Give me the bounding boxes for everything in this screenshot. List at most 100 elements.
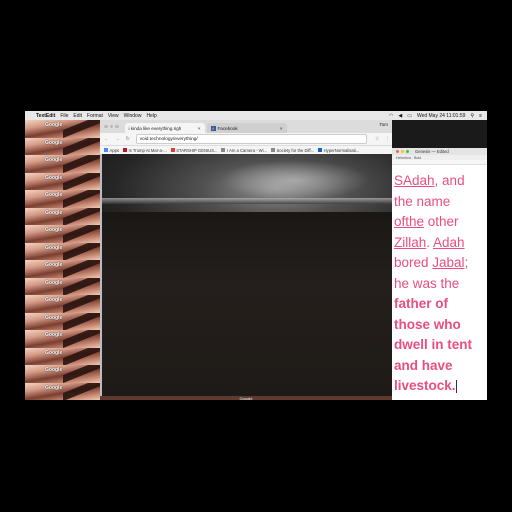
desktop-screen: TextEdit File Edit Format View Window He… — [25, 111, 487, 400]
google-tile: Google — [25, 295, 100, 313]
google-tile-label: Google — [45, 297, 63, 303]
menu-file[interactable]: File — [60, 113, 68, 119]
close-tab-icon[interactable]: × — [280, 126, 283, 131]
text-run: ofthe — [394, 214, 425, 229]
text-line: Zillah. Adah — [394, 233, 485, 254]
bookmark-starship[interactable]: STARSHIP GENIUS... — [170, 148, 217, 153]
menu-view[interactable]: View — [108, 113, 119, 119]
back-icon[interactable]: ← — [104, 137, 109, 142]
bookmark-hypernormal[interactable]: HyperNormalisati... — [318, 148, 359, 153]
text-line: ofthe other — [394, 212, 485, 233]
star-icon[interactable]: ☆ — [375, 137, 379, 142]
bookmark-camera[interactable]: I Am a Camera - Wi... — [221, 148, 267, 153]
google-tile-label: Google — [45, 279, 63, 286]
wikipedia-icon — [221, 148, 226, 152]
bookmark-apps[interactable]: Apps — [104, 148, 119, 153]
youtube-icon — [170, 148, 175, 152]
zoom-window-icon[interactable] — [115, 124, 119, 129]
document-title: Genesis — Edited — [415, 149, 449, 154]
google-tile-label: Google — [45, 262, 63, 268]
menu-edit[interactable]: Edit — [73, 113, 82, 119]
tab-everything[interactable]: i kinda like everything.righ × — [124, 123, 205, 133]
zoom-window-icon[interactable] — [406, 150, 409, 153]
address-row: ← → ↻ void.technology/everything/ ☆ ⋮ — [100, 133, 392, 146]
google-tile-label: Google — [45, 174, 63, 181]
text-cursor — [455, 379, 457, 393]
google-tile-label: Google — [45, 122, 63, 128]
text-run: Adah — [433, 234, 465, 250]
menu-help[interactable]: Help — [146, 113, 156, 119]
google-tile-label: Google — [45, 384, 63, 391]
text-run: dwell in tent — [394, 337, 473, 352]
profile-name[interactable]: Tom — [379, 122, 388, 127]
dark-ground-image — [100, 212, 392, 396]
bookmark-trump[interactable]: Is Trump At Mar-a-... — [123, 148, 167, 153]
battery-icon[interactable]: ▭ — [407, 113, 412, 119]
text-run: those who — [394, 316, 461, 332]
google-tile: Google — [25, 120, 100, 138]
text-line: he was the — [394, 274, 485, 295]
google-tile-label: Google — [45, 314, 63, 321]
smoke-cloud — [220, 160, 370, 200]
google-tile: Google — [25, 207, 100, 225]
mac-menu-bar: TextEdit File Edit Format View Window He… — [25, 111, 487, 120]
text-line: bored Jabal; — [394, 253, 485, 274]
wifi-icon[interactable]: ◠ — [389, 113, 393, 119]
google-tile-label: Google — [45, 349, 63, 356]
google-tile-label: Google — [45, 192, 63, 198]
bookmark-society[interactable]: Society for the Diff... — [271, 148, 314, 153]
google-tile: Google — [25, 330, 100, 348]
close-tab-icon[interactable]: × — [198, 126, 201, 131]
menu-clock[interactable]: Wed May 24 11:01:59 — [417, 113, 465, 119]
close-window-icon[interactable] — [396, 150, 399, 153]
menu-app-name[interactable]: TextEdit — [36, 113, 55, 119]
google-tile: Google — [25, 225, 100, 243]
google-tile: Google — [25, 172, 100, 190]
font-selector[interactable]: Helvetica · Bold — [396, 156, 421, 160]
page-viewport[interactable] — [100, 154, 392, 396]
close-window-icon[interactable] — [104, 124, 108, 129]
google-tile-label: Google — [45, 209, 63, 216]
text-run: father of — [394, 296, 448, 311]
menu-format[interactable]: Format — [87, 113, 103, 119]
menu-list-icon[interactable]: ≡ — [479, 113, 482, 119]
tab-facebook[interactable]: f Facebook × — [206, 123, 287, 133]
text-run: other — [424, 214, 459, 229]
text-line: and have — [394, 356, 485, 377]
google-tile-label: Google — [45, 139, 63, 146]
bottom-google-label: Google — [100, 396, 392, 400]
google-tile: Google — [25, 277, 100, 295]
search-icon[interactable]: ⚲ — [470, 113, 474, 119]
menu-window[interactable]: Window — [124, 113, 142, 119]
text-line: father of — [394, 294, 485, 315]
text-run: SAdah — [394, 173, 435, 188]
google-tile: Google — [25, 155, 100, 173]
google-tile-label: Google — [45, 367, 63, 373]
minimize-window-icon[interactable] — [401, 150, 404, 153]
google-tile: Google — [25, 190, 100, 208]
document-text[interactable]: SAdah, and the name ofthe other Zillah. Ada… — [392, 165, 487, 397]
minimize-window-icon[interactable] — [109, 124, 113, 129]
site-icon — [318, 148, 323, 152]
url-input[interactable]: void.technology/everything/ — [135, 134, 367, 144]
text-run: the name — [394, 193, 451, 209]
text-line: SAdah, and — [394, 171, 485, 192]
tab-title: i kinda like everything.righ — [128, 125, 182, 131]
text-line: dwell in tent — [394, 335, 485, 356]
menu-dots-icon[interactable]: ⋮ — [385, 137, 390, 142]
facebook-icon: f — [210, 125, 216, 131]
text-run: , and — [434, 173, 465, 188]
text-line: those who — [394, 315, 485, 336]
text-run: Jabal — [432, 255, 465, 270]
volume-icon[interactable]: ◀ — [398, 113, 402, 119]
google-tile-label: Google — [45, 244, 63, 251]
google-tile: Google — [25, 260, 100, 278]
google-tile: Google — [25, 365, 100, 383]
forward-icon[interactable]: → — [115, 137, 120, 142]
site-icon — [123, 148, 128, 152]
reload-icon[interactable]: ↻ — [126, 137, 130, 142]
text-run: ; — [464, 255, 469, 270]
google-tile-label: Google — [45, 332, 63, 338]
browser-window: i kinda like everything.righ × f Faceboo… — [100, 120, 392, 396]
text-run: livestock. — [394, 378, 456, 393]
